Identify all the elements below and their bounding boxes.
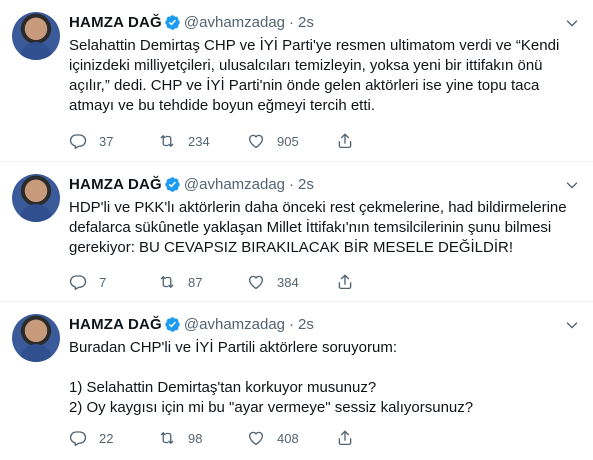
verified-badge-icon	[164, 176, 181, 193]
like-count: 384	[277, 274, 299, 290]
share-icon	[336, 273, 354, 291]
tweet-header: HAMZA DAĞ @avhamzadag · 2s	[69, 174, 314, 194]
author-handle[interactable]: @avhamzadag	[184, 176, 285, 193]
like-icon	[247, 132, 265, 150]
separator-dot: ·	[289, 315, 295, 333]
reply-icon	[69, 132, 87, 150]
reply-count: 22	[99, 430, 114, 446]
reply-icon	[69, 429, 87, 447]
retweet-count: 87	[188, 274, 203, 290]
author-name[interactable]: HAMZA DAĞ	[69, 14, 162, 31]
reply-count: 7	[99, 274, 107, 290]
tweet-text: Selahattin Demirtaş CHP ve İYİ Parti'ye …	[69, 37, 560, 114]
like-button[interactable]: 384	[247, 273, 336, 291]
retweet-count: 98	[188, 430, 203, 446]
avatar[interactable]	[12, 314, 60, 362]
author-handle[interactable]: @avhamzadag	[184, 14, 285, 31]
tweet-3[interactable]: HAMZA DAĞ @avhamzadag · 2s Buradan CHP'l…	[0, 302, 593, 460]
share-button[interactable]	[336, 132, 354, 150]
retweet-button[interactable]: 98	[158, 429, 247, 447]
retweet-count: 234	[188, 133, 210, 149]
retweet-button[interactable]: 87	[158, 273, 247, 291]
author-name[interactable]: HAMZA DAĞ	[69, 176, 162, 193]
retweet-button[interactable]: 234	[158, 132, 247, 150]
reply-button[interactable]: 7	[69, 273, 158, 291]
separator-dot: ·	[289, 175, 295, 193]
reply-icon	[69, 273, 87, 291]
verified-badge-icon	[164, 14, 181, 31]
like-count: 905	[277, 133, 299, 149]
like-icon	[247, 429, 265, 447]
like-button[interactable]: 905	[247, 132, 336, 150]
tweet-timeline: HAMZA DAĞ @avhamzadag · 2s Selahattin De…	[0, 0, 593, 460]
retweet-icon	[158, 429, 176, 447]
tweet-actions: 22 98 408	[69, 428, 409, 448]
tweet-2[interactable]: HAMZA DAĞ @avhamzadag · 2s HDP'li ve PKK…	[0, 162, 593, 302]
tweet-text: Buradan CHP'li ve İYİ Partili aktörlere …	[69, 339, 474, 416]
more-options-button[interactable]	[563, 14, 581, 32]
reply-button[interactable]: 37	[69, 132, 158, 150]
tweet-actions: 37 234 905	[69, 131, 409, 151]
reply-count: 37	[99, 133, 114, 149]
more-options-icon	[563, 176, 581, 194]
retweet-icon	[158, 132, 176, 150]
share-button[interactable]	[336, 273, 354, 291]
tweet-header: HAMZA DAĞ @avhamzadag · 2s	[69, 314, 314, 334]
tweet-actions: 7 87 384	[69, 272, 409, 292]
like-icon	[247, 273, 265, 291]
avatar[interactable]	[12, 12, 60, 60]
separator-dot: ·	[289, 13, 295, 31]
retweet-icon	[158, 273, 176, 291]
like-button[interactable]: 408	[247, 429, 336, 447]
share-button[interactable]	[336, 429, 354, 447]
tweet-timestamp[interactable]: 2s	[298, 14, 314, 31]
more-options-button[interactable]	[563, 176, 581, 194]
tweet-timestamp[interactable]: 2s	[298, 176, 314, 193]
tweet-timestamp[interactable]: 2s	[298, 316, 314, 333]
reply-button[interactable]: 22	[69, 429, 158, 447]
like-count: 408	[277, 430, 299, 446]
tweet-header: HAMZA DAĞ @avhamzadag · 2s	[69, 12, 314, 32]
avatar[interactable]	[12, 174, 60, 222]
verified-badge-icon	[164, 316, 181, 333]
tweet-1[interactable]: HAMZA DAĞ @avhamzadag · 2s Selahattin De…	[0, 0, 593, 162]
share-icon	[336, 132, 354, 150]
tweet-text: HDP'li ve PKK'lı aktörlerin daha önceki …	[69, 199, 567, 256]
author-name[interactable]: HAMZA DAĞ	[69, 316, 162, 333]
author-handle[interactable]: @avhamzadag	[184, 316, 285, 333]
more-options-button[interactable]	[563, 316, 581, 334]
more-options-icon	[563, 14, 581, 32]
share-icon	[336, 429, 354, 447]
more-options-icon	[563, 316, 581, 334]
